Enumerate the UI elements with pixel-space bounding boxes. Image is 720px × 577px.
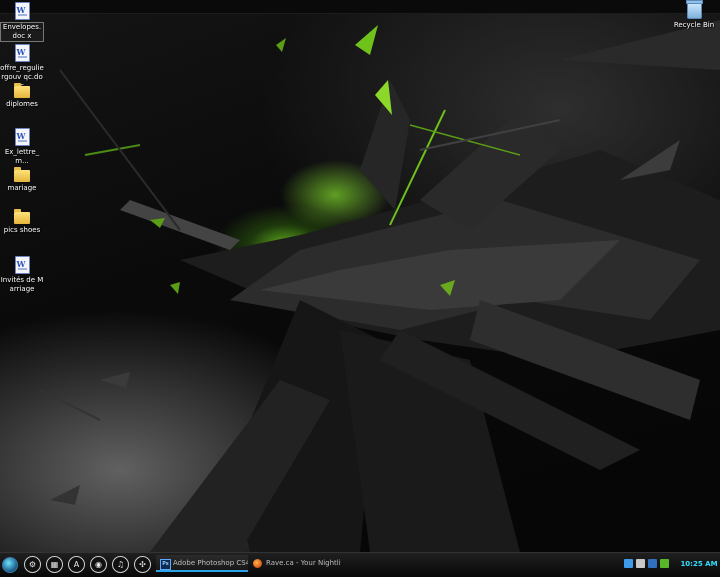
word-doc-icon — [14, 128, 30, 146]
folder-icon — [14, 83, 30, 98]
media-icon[interactable]: ▦ — [46, 556, 63, 573]
word-doc-icon — [14, 2, 30, 20]
desktop-icon-offre-regulier[interactable]: offre_reguliergouv qc.doc — [0, 44, 44, 91]
task-label: Adobe Photoshop CS4 — [173, 559, 248, 567]
battery-icon[interactable] — [660, 559, 669, 568]
wallpaper-art — [39, 20, 720, 552]
music-icon[interactable]: ♫ — [112, 556, 129, 573]
taskbar: ⚙ ▦ A ◉ ♫ ✣ Ps Adobe Photoshop CS4 Rave.… — [0, 552, 720, 577]
photoshop-icon: Ps — [160, 559, 171, 570]
recycle-bin[interactable]: Recycle Bin — [672, 0, 716, 30]
desktop-icon-envelopes[interactable]: Envelopes.doc x — [0, 2, 44, 42]
desktop-icon-invites-marriage[interactable]: Invités de Marriage — [0, 256, 44, 294]
taskbar-button-firefox[interactable]: Rave.ca - Your Nightlif... — [249, 555, 341, 572]
desktop-icon-diplomes[interactable]: diplomes — [0, 83, 44, 109]
security-icon[interactable] — [648, 559, 657, 568]
folder-icon — [14, 209, 30, 224]
clock[interactable]: 10:25 AM — [680, 557, 718, 571]
desktop-icon-ex-lettre[interactable]: Ex_lettre_m... — [0, 128, 44, 166]
recycle-bin-icon — [685, 0, 703, 19]
task-label: Rave.ca - Your Nightlif... — [266, 559, 341, 567]
browser-icon[interactable]: ◉ — [90, 556, 107, 573]
top-bar — [0, 0, 720, 14]
folder-icon — [14, 167, 30, 182]
taskbar-button-photoshop[interactable]: Ps Adobe Photoshop CS4 — [156, 555, 248, 572]
desktop-icon-pics-shoes[interactable]: pics shoes — [0, 209, 44, 235]
settings-icon[interactable]: ⚙ — [24, 556, 41, 573]
desktop[interactable]: Envelopes.doc x offre_reguliergouv qc.do… — [0, 0, 720, 576]
volume-icon[interactable] — [636, 559, 645, 568]
firefox-icon — [253, 559, 262, 568]
tools-icon[interactable]: ✣ — [134, 556, 151, 573]
network-icon[interactable] — [624, 559, 633, 568]
word-doc-icon — [14, 44, 30, 62]
system-tray — [624, 558, 672, 570]
desktop-icon-mariage[interactable]: mariage — [0, 167, 44, 193]
start-orb-icon[interactable] — [2, 557, 18, 573]
document-icon — [14, 256, 30, 274]
app-launcher-icon[interactable]: A — [68, 556, 85, 573]
